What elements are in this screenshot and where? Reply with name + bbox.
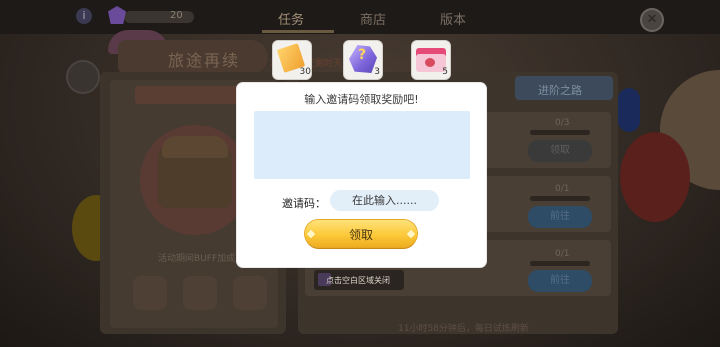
reward-count: 5 (442, 67, 448, 77)
close-icon[interactable]: ✕ (640, 8, 664, 32)
decor-ball (618, 88, 640, 132)
event-title: 旅途再续 (168, 51, 241, 70)
invite-code-input[interactable] (330, 190, 439, 211)
task-progress-bar (530, 261, 590, 266)
buff-icon[interactable] (133, 276, 167, 310)
claim-button-label: 领取 (348, 228, 373, 242)
go-task-button[interactable]: 前往 (528, 206, 592, 228)
task-progress-bar (530, 130, 590, 135)
reward-count: 30 (299, 67, 311, 77)
close-hint-text: 点击空白区域关闭 (326, 276, 390, 285)
reward-count: 3 (374, 67, 380, 77)
decor-ball (620, 132, 690, 222)
task-progress: 0/1 (555, 249, 570, 259)
buff-icon[interactable] (233, 276, 267, 310)
buff-icon[interactable] (183, 276, 217, 310)
gem-bar (124, 11, 194, 23)
tab-shop[interactable]: 商店 (360, 9, 386, 28)
claim-button[interactable]: 领取 (305, 220, 417, 247)
claim-task-button[interactable]: 领取 (528, 140, 592, 162)
gem-count: 20 (170, 10, 183, 21)
task-progress: 0/3 (555, 118, 570, 128)
go-task-button[interactable]: 前往 (528, 270, 592, 292)
tab-task[interactable]: 任务 (278, 9, 304, 28)
reward-strip (254, 111, 470, 179)
tab-active-indicator (262, 30, 334, 33)
buff-label: 活动期间BUFF加成 (158, 254, 236, 264)
invite-code-label: 邀请码： (282, 197, 326, 210)
treasure-chest-lid (162, 136, 228, 158)
refresh-countdown: 11小时58分钟后，每日试炼刷新 (398, 324, 529, 334)
pink-ticket-emblem-icon (425, 58, 435, 67)
tab-version[interactable]: 版本 (440, 9, 466, 28)
question-mark-icon: ? (358, 47, 367, 63)
info-icon[interactable]: i (76, 8, 92, 24)
task-progress-bar (530, 196, 590, 201)
modal-title: 输入邀请码领取奖励吧! (304, 93, 419, 106)
avatar[interactable] (66, 60, 100, 94)
task-progress: 0/1 (555, 184, 570, 194)
tab-advance-road-label: 进阶之路 (538, 84, 582, 97)
